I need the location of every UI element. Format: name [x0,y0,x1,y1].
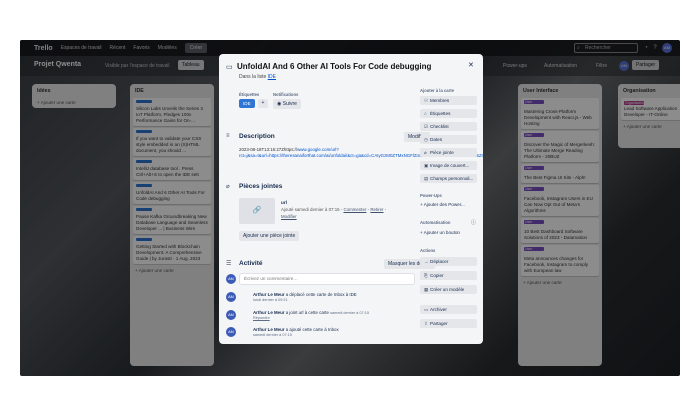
link-icon: 🔗 [252,207,262,214]
avatar[interactable]: AM [226,292,236,302]
attachment-label: Pièce jointe [430,150,454,155]
labels-button[interactable]: ⌂ Étiquettes [420,109,477,118]
card-title[interactable]: UnfoldAI And 6 Other AI Tools For Code d… [237,62,431,71]
activity-entry: Arthur Le Meur a ajouté cette carte à In… [253,327,418,333]
card-icon: ▭ [226,64,233,71]
labels-heading: Étiquettes [239,92,260,97]
in-list-prefix: Dans la liste [239,74,267,80]
cover-label: Image de couvert... [430,163,470,168]
add-label-button[interactable]: + [258,99,268,108]
app-window: Trello Espaces de travail Récent Favoris… [20,40,680,376]
attachment-button[interactable]: ⌀ Pièce jointe [420,148,477,157]
activity-text: a ajouté cette carte à Inbox [285,327,339,332]
eye-icon: ◉ [277,101,282,107]
move-label: Déplacer [430,259,449,264]
members-label: Membres [430,98,450,103]
add-powerups-button[interactable]: + Ajouter des Power... [420,202,465,207]
notifications-heading: Notifications [273,92,299,97]
activity-entry: Arthur Le Meur a déplacé cette carte de … [253,292,418,298]
custom-fields-label: Champs personnali... [430,176,474,181]
follow-label: Suivre [282,101,297,107]
activity-heading: Activité [239,260,263,267]
follow-button[interactable]: ◉ Suivre [273,99,301,109]
description-text[interactable]: 2023-08-18T13:16:27Zhttps://www.google.c… [239,147,483,159]
description-icon: ≡ [226,133,230,139]
paperclip-icon: ⌀ [226,184,230,190]
archive-button[interactable]: ▭ Archiver [420,305,477,314]
members-button[interactable]: ⚇ Membres [420,96,477,105]
checklist-button[interactable]: ☑ Checklist [420,122,477,131]
actions-heading: Actions [420,248,436,253]
cover-button[interactable]: ▣ Image de couvert... [420,161,477,170]
attachments-heading: Pièces jointes [239,183,283,190]
avatar[interactable]: AM [226,274,236,284]
move-button[interactable]: →Déplacer [420,257,477,266]
share-card-button[interactable]: ⇪ Partager [420,319,477,328]
attachment-date: Ajouté samedi dernier à 07:15 [281,207,340,212]
list-link[interactable]: IDE [268,74,276,80]
activity-icon: ☰ [226,261,232,267]
attachment-thumbnail[interactable]: 🔗 [239,198,275,224]
dates-button[interactable]: ◷ Dates [420,135,477,144]
attachment-remove-link[interactable]: Retirer [370,207,383,212]
avatar[interactable]: AM [226,327,236,337]
powerups-heading: Power-Ups [420,193,442,198]
make-template-button[interactable]: ▦ Créer un modèle [420,285,477,294]
reply-link[interactable]: Répondre [253,316,270,320]
automation-heading: Automatisation [420,220,451,225]
copy-button[interactable]: ⎘ Copier [420,271,477,280]
card-detail-modal: ▭ UnfoldAI And 6 Other AI Tools For Code… [219,54,483,344]
activity-user[interactable]: Arthur Le Meur [253,310,284,315]
attachment-meta: Ajouté samedi dernier à 07:15 - Commente… [281,207,387,212]
attachment-name[interactable]: url [281,200,287,205]
share-card-label: Partager [430,321,448,326]
attachment-comment-link[interactable]: Commenter [344,207,367,212]
add-button-button[interactable]: + Ajouter un bouton [420,230,460,235]
activity-time[interactable]: lundi dernier à 09:21 [253,298,288,302]
activity-text: a déplacé cette carte de Inbox à IDE [285,292,357,297]
label-ide[interactable]: IDE [239,99,255,108]
custom-fields-button[interactable]: ▤ Champs personnali... [420,174,477,183]
add-attachment-button[interactable]: Ajouter une pièce jointe [239,231,300,241]
activity-user[interactable]: Arthur Le Meur [253,292,284,297]
activity-text: a joint url à cette carte [285,310,329,315]
make-template-label: Créer un modèle [430,287,465,292]
avatar[interactable]: AM [226,310,236,320]
comment-input[interactable]: Écrivez un commentaire… [239,273,415,285]
description-heading: Description [239,133,275,140]
info-icon[interactable]: ⓘ [471,219,476,226]
archive-label: Archiver [430,307,447,312]
close-icon[interactable]: ✕ [468,61,474,69]
attachment-edit-link[interactable]: Modifier [281,214,297,219]
activity-user[interactable]: Arthur Le Meur [253,327,284,332]
card-list-location: Dans la liste IDE [239,74,276,80]
activity-entry: Arthur Le Meur a joint url à cette carte… [253,310,418,317]
dates-label: Dates [430,137,443,142]
description-date: 2023-08-18T13:16:27Zhttps:// [239,147,298,152]
copy-label: Copier [430,273,444,278]
activity-time[interactable]: samedi dernier à 07:15 [253,333,292,337]
add-to-card-heading: Ajouter à la carte [420,88,454,93]
labels-label: Étiquettes [430,111,451,116]
checklist-label: Checklist [430,124,449,129]
activity-time[interactable]: samedi dernier à 07:15 [330,311,369,315]
